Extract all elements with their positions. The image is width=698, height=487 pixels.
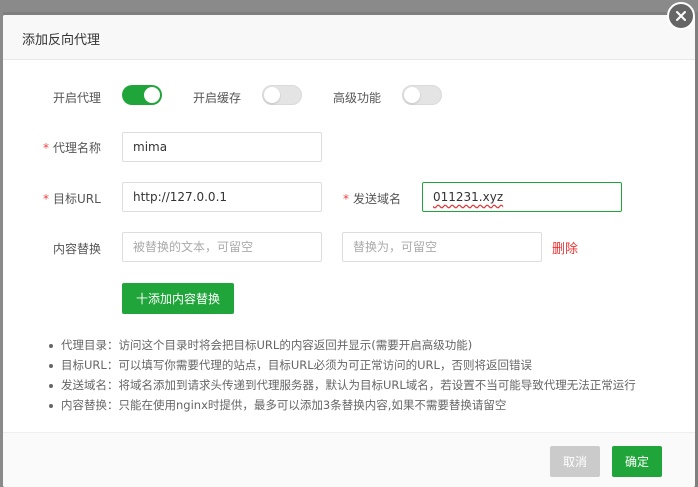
cache-toggle[interactable] xyxy=(262,85,302,105)
toggle-knob xyxy=(404,87,420,103)
replace-to-input[interactable] xyxy=(342,232,542,262)
confirm-button[interactable]: 确定 xyxy=(612,446,662,477)
note-item: 发送域名：将域名添加到请求头传递到代理服务器，默认为目标URL域名，若设置不当可… xyxy=(47,375,636,395)
required-mark: * xyxy=(43,192,49,206)
add-reverse-proxy-dialog: 添加反向代理 开启代理 开启缓存 高级功能 * 代理名称 * 目标URL * 发送域名… xyxy=(3,15,695,487)
proxy-name-label: * 代理名称 xyxy=(43,139,101,156)
dialog-header: 添加反向代理 xyxy=(3,15,695,60)
cancel-button[interactable]: 取消 xyxy=(550,446,600,477)
proxy-name-input[interactable] xyxy=(122,132,322,162)
close-dialog-button[interactable] xyxy=(667,2,695,30)
send-domain-label-text: 发送域名 xyxy=(353,192,402,206)
advanced-toggle-label: 高级功能 xyxy=(333,91,382,105)
dialog-footer: 取消 确定 xyxy=(3,432,695,487)
toggle-knob xyxy=(264,87,280,103)
help-notes: 代理目录：访问这个目录时将会把目标URL的内容返回并显示(需要开启高级功能) 目… xyxy=(47,335,636,415)
toggle-knob xyxy=(144,87,160,103)
content-replace-label: 内容替换 xyxy=(53,242,102,256)
send-domain-input[interactable]: 011231.xyz xyxy=(422,182,622,212)
note-item: 目标URL：可以填写你需要代理的站点，目标URL必须为可正常访问的URL，否则将… xyxy=(47,355,636,375)
proxy-toggle-label: 开启代理 xyxy=(53,91,102,105)
delete-replace-link[interactable]: 删除 xyxy=(552,238,578,257)
close-icon xyxy=(676,11,686,21)
proxy-toggle[interactable] xyxy=(122,85,162,105)
send-domain-label: * 发送域名 xyxy=(343,190,401,207)
send-domain-value: 011231.xyz xyxy=(433,190,504,204)
proxy-name-label-text: 代理名称 xyxy=(53,141,102,155)
background-page xyxy=(0,0,698,12)
target-url-input[interactable] xyxy=(122,182,322,212)
advanced-toggle[interactable] xyxy=(402,85,442,105)
target-url-label: * 目标URL xyxy=(43,190,101,207)
add-content-replace-button[interactable]: 十添加内容替换 xyxy=(122,283,234,314)
target-url-label-text: 目标URL xyxy=(53,192,101,206)
replace-from-input[interactable] xyxy=(122,232,322,262)
note-item: 内容替换：只能在使用nginx时提供，最多可以添加3条替换内容,如果不需要替换请… xyxy=(47,395,636,415)
cache-toggle-label: 开启缓存 xyxy=(193,91,242,105)
dialog-title: 添加反向代理 xyxy=(22,33,101,48)
required-mark: * xyxy=(43,141,49,155)
required-mark: * xyxy=(343,192,349,206)
note-item: 代理目录：访问这个目录时将会把目标URL的内容返回并显示(需要开启高级功能) xyxy=(47,335,636,355)
